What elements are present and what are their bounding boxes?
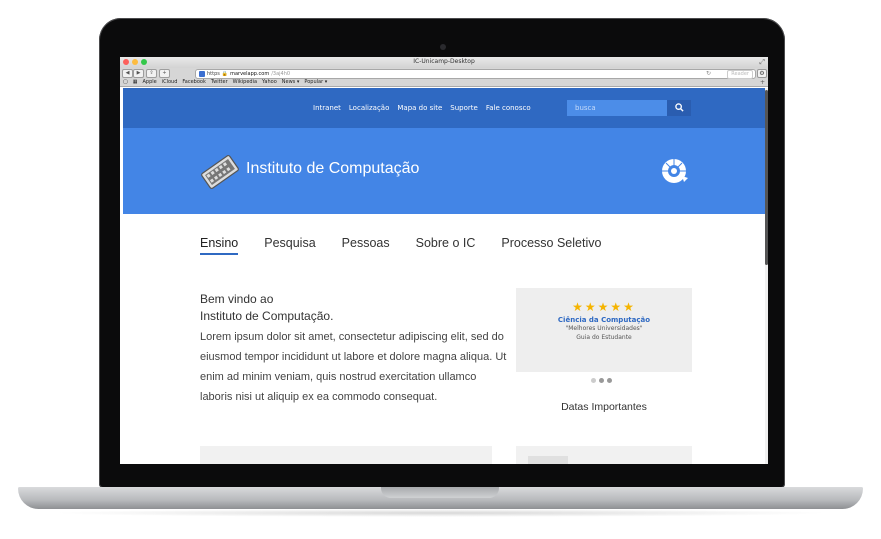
nav-pessoas[interactable]: Pessoas	[342, 236, 390, 255]
webcam	[440, 44, 446, 50]
add-bookmark-icon[interactable]: +	[760, 79, 765, 86]
ranking-subtitle: "Melhores Universidades"	[565, 325, 643, 332]
forward-button[interactable]: ▶	[133, 69, 144, 78]
topnav-mapa-link[interactable]: Mapa do site	[397, 104, 442, 112]
lock-icon: 🔒	[221, 71, 229, 77]
url-path: /3aj4h0	[271, 71, 291, 77]
topnav-intranet-link[interactable]: Intranet	[313, 104, 341, 112]
laptop-shadow	[50, 509, 831, 517]
bookmark-twitter[interactable]: Twitter	[211, 79, 228, 86]
unicamp-seal-icon	[662, 159, 688, 183]
bookmarks-bar: ▢ ▦ Apple iCloud Facebook Twitter Wikipe…	[120, 79, 768, 87]
bookmark-yahoo[interactable]: Yahoo	[262, 79, 277, 86]
hero-banner: Instituto de Computação	[123, 128, 765, 214]
window-titlebar: IC-Unicamp-Desktop ⤢	[120, 57, 768, 68]
share-button[interactable]: ⇪	[146, 69, 157, 78]
institute-title: Instituto de Computação	[246, 160, 420, 177]
rating-stars: ★★★★★	[572, 300, 636, 314]
url-domain: marvelapp.com	[230, 71, 270, 77]
sidebar-toggle-icon[interactable]: ▢	[123, 79, 128, 86]
ranking-card[interactable]: ★★★★★ Ciência da Computação "Melhores Un…	[516, 288, 692, 372]
nav-processo-seletivo[interactable]: Processo Seletivo	[501, 236, 601, 255]
nav-sobre[interactable]: Sobre o IC	[416, 236, 476, 255]
settings-gear-button[interactable]: ⚙	[757, 69, 767, 78]
search-input[interactable]: busca	[567, 100, 667, 116]
topnav-fale-conosco-link[interactable]: Fale conosco	[486, 104, 531, 112]
search-button[interactable]	[667, 100, 691, 116]
laptop-notch	[381, 487, 499, 498]
welcome-section: Bem vindo ao Instituto de Computação. Lo…	[200, 291, 510, 407]
institute-logo-icon[interactable]	[199, 153, 241, 191]
scrollbar-thumb[interactable]	[765, 90, 768, 265]
carousel-dots	[591, 378, 612, 383]
bookmark-news[interactable]: News ▾	[282, 79, 300, 86]
carousel-dot[interactable]	[591, 378, 596, 383]
main-navigation: Ensino Pesquisa Pessoas Sobre o IC Proce…	[200, 236, 601, 255]
search-icon	[674, 103, 684, 112]
nav-pesquisa[interactable]: Pesquisa	[264, 236, 315, 255]
url-scheme: https	[207, 71, 220, 77]
topnav-localizacao-link[interactable]: Localização	[349, 104, 389, 112]
dates-card	[516, 446, 692, 464]
welcome-heading-line1: Bem vindo ao	[200, 292, 274, 306]
bookmark-popular[interactable]: Popular ▾	[304, 79, 327, 86]
address-bar[interactable]: https 🔒 marvelapp.com/3aj4h0 ↻ Reader	[195, 69, 756, 79]
site-favicon-icon	[199, 71, 205, 77]
browser-toolbar: ◀ ▶ ⇪ + https 🔒 marvelapp.com/3aj4h0 ↻ R…	[120, 68, 768, 79]
carousel-dot[interactable]	[599, 378, 604, 383]
reload-icon[interactable]: ↻	[706, 70, 711, 78]
bookmark-facebook[interactable]: Facebook	[182, 79, 206, 86]
web-page: Intranet Localização Mapa do site Suport…	[123, 88, 765, 464]
laptop-screen: IC-Unicamp-Desktop ⤢ ◀ ▶ ⇪ + https 🔒 mar…	[120, 57, 768, 464]
bookmark-icloud[interactable]: iCloud	[162, 79, 178, 86]
window-title: IC-Unicamp-Desktop	[413, 58, 475, 65]
content-card	[200, 446, 492, 464]
ranking-title: Ciência da Computação	[557, 316, 651, 324]
carousel-dot[interactable]	[607, 378, 612, 383]
ranking-source: Guia do Estudante	[576, 334, 632, 341]
welcome-heading-line2: Instituto de Computação.	[200, 309, 334, 323]
bookmark-wikipedia[interactable]: Wikipedia	[233, 79, 257, 86]
back-button[interactable]: ◀	[122, 69, 133, 78]
topnav-suporte-link[interactable]: Suporte	[450, 104, 478, 112]
top-sites-icon[interactable]: ▦	[133, 79, 138, 86]
date-thumbnail	[528, 456, 568, 464]
datas-importantes-heading: Datas Importantes	[561, 401, 647, 413]
bookmark-apple[interactable]: Apple	[142, 79, 156, 86]
top-navigation: Intranet Localização Mapa do site Suport…	[123, 88, 765, 128]
reader-button[interactable]: Reader	[727, 70, 753, 79]
fullscreen-icon[interactable]: ⤢	[759, 58, 765, 67]
nav-ensino[interactable]: Ensino	[200, 236, 239, 255]
new-tab-button[interactable]: +	[159, 69, 170, 78]
welcome-body: Lorem ipsum dolor sit amet, consectetur …	[200, 331, 507, 403]
